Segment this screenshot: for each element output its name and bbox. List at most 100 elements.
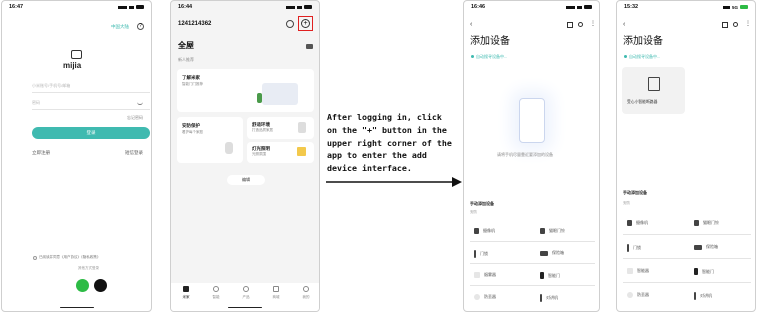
intercom-icon xyxy=(540,294,542,302)
tab-home[interactable]: 米家 xyxy=(183,286,190,311)
tab-products[interactable]: 产品 xyxy=(243,286,250,311)
smart-icon xyxy=(213,286,219,292)
mijia-logo-icon xyxy=(71,50,82,59)
row-divider xyxy=(470,285,595,286)
device-safe[interactable]: 保险箱 xyxy=(694,244,718,250)
smoke-icon xyxy=(474,272,480,278)
status-icons: 5G xyxy=(722,5,748,10)
lock-icon xyxy=(474,250,476,258)
eye-icon[interactable] xyxy=(137,102,143,105)
comfort-subtitle: 打造品质家居 xyxy=(252,128,273,132)
scanning-status: 自动搜寻设备中... xyxy=(476,53,508,59)
add-device-plus-icon[interactable]: + xyxy=(301,19,310,28)
other-login-label: 其他方式登录 xyxy=(78,266,99,270)
device-safe[interactable]: 保险箱 xyxy=(540,250,564,256)
device-door-lock[interactable]: 门锁 xyxy=(627,244,641,252)
back-icon[interactable]: ‹ xyxy=(623,21,625,28)
device-camera[interactable]: 摄像机 xyxy=(474,228,495,234)
device-tracker[interactable]: 防丢器 xyxy=(474,294,496,300)
device-smart-sensor[interactable]: 智能器 xyxy=(627,268,649,274)
phone-illustration xyxy=(519,98,545,143)
account-field[interactable]: 小米账号/手机号/邮箱 xyxy=(32,84,70,88)
edit-button[interactable]: 编辑 xyxy=(227,175,265,185)
agree-checkbox[interactable] xyxy=(33,256,37,260)
more-icon[interactable]: ⋮ xyxy=(590,21,596,27)
password-underline xyxy=(32,109,150,110)
forgot-password-link[interactable]: 忘记密码 xyxy=(127,116,143,120)
device-door-lock[interactable]: 门锁 xyxy=(474,250,488,258)
more-icon[interactable]: ⋮ xyxy=(745,21,751,27)
doorbell-icon xyxy=(540,228,545,234)
device-smart-door[interactable]: 智能门 xyxy=(694,268,714,275)
menu-icon[interactable] xyxy=(306,44,313,49)
manual-add-heading: 手动添加设备 xyxy=(623,190,647,195)
register-link[interactable]: 立即注册 xyxy=(32,150,50,156)
status-time: 15:32 xyxy=(624,4,639,10)
category-security: 安防 xyxy=(470,210,477,214)
device-camera[interactable]: 摄像机 xyxy=(627,220,648,226)
safe-icon xyxy=(694,244,702,250)
home-indicator xyxy=(228,306,262,308)
back-icon[interactable]: ‹ xyxy=(470,21,472,28)
login-button[interactable]: 登录 xyxy=(32,127,150,139)
banner-card[interactable]: 了解米家 智能门门推荐 xyxy=(177,69,314,112)
phone-home-screen: 16:44 1241214362 + 全屋 新人推荐 了解米家 智能门门推荐 安… xyxy=(170,0,320,312)
tab-smart[interactable]: 智能 xyxy=(213,286,220,311)
page-title: 添加设备 xyxy=(623,36,663,47)
device-intercom[interactable]: 对讲机 xyxy=(540,294,558,302)
camera-icon xyxy=(474,228,479,234)
page-title: 添加设备 xyxy=(470,36,510,47)
search-icon[interactable] xyxy=(578,22,583,27)
banner-title: 了解米家 xyxy=(182,75,200,80)
door-icon xyxy=(540,272,544,279)
account-underline xyxy=(32,92,150,93)
found-device-card[interactable]: 受心小智能断路器 xyxy=(622,67,685,114)
door-icon xyxy=(694,268,698,275)
tab-profile[interactable]: 我的 xyxy=(303,286,310,311)
device-smart-door[interactable]: 智能门 xyxy=(540,272,560,279)
account-selector[interactable]: 1241214362 xyxy=(178,21,211,27)
agreement-text[interactable]: 已阅读并同意《用户协议》《隐私政策》 xyxy=(39,255,100,260)
camera-icon xyxy=(627,220,632,226)
plant-icon xyxy=(257,93,262,103)
comfort-title: 舒适环境 xyxy=(252,122,270,127)
device-peephole-doorbell[interactable]: 猫眼门铃 xyxy=(694,220,719,226)
message-icon[interactable] xyxy=(286,20,294,28)
help-icon[interactable]: ? xyxy=(137,23,144,30)
sms-login-link[interactable]: 短信登录 xyxy=(125,150,143,156)
password-field[interactable]: 密码 xyxy=(32,101,40,105)
device-smoke[interactable]: 烟雾器 xyxy=(474,272,496,278)
lighting-card[interactable]: 灯光照明 光照氛围 xyxy=(247,142,314,163)
row-divider xyxy=(623,258,751,259)
region-selector[interactable]: 中国大陆 xyxy=(111,24,129,30)
comfort-card[interactable]: 舒适环境 打造品质家居 xyxy=(247,117,314,139)
doorbell-icon xyxy=(694,220,699,226)
lighting-title: 灯光照明 xyxy=(252,146,270,151)
scan-icon[interactable] xyxy=(722,22,728,28)
scan-status-dot xyxy=(471,55,474,58)
intercom-icon xyxy=(694,292,696,300)
instruction-text: After logging in, click on the "+" butto… xyxy=(327,112,452,174)
device-tracker[interactable]: 防丢器 xyxy=(627,292,649,298)
tab-store[interactable]: 商城 xyxy=(273,286,280,311)
lighting-subtitle: 光照氛围 xyxy=(252,152,266,156)
security-card[interactable]: 安防保护 看护每个家庭 xyxy=(177,117,243,163)
row-divider xyxy=(623,282,751,283)
safe-icon xyxy=(540,250,548,256)
wechat-login-icon[interactable] xyxy=(76,279,89,292)
search-icon[interactable] xyxy=(733,22,738,27)
camera-icon xyxy=(225,142,233,154)
device-peephole-doorbell[interactable]: 猫眼门铃 xyxy=(540,228,565,234)
scan-icon[interactable] xyxy=(567,22,573,28)
status-icons xyxy=(566,5,592,9)
apple-login-icon[interactable] xyxy=(94,279,107,292)
lock-icon xyxy=(627,244,629,252)
found-device-name: 受心小智能断路器 xyxy=(627,100,658,104)
manual-add-heading: 手动添加设备 xyxy=(470,201,494,206)
security-title: 安防保护 xyxy=(182,123,200,128)
purifier-icon xyxy=(298,122,306,133)
device-intercom[interactable]: 对讲机 xyxy=(694,292,712,300)
status-bar: 16:44 xyxy=(171,1,319,13)
mijia-logo-text: mijia xyxy=(63,61,82,70)
lamp-icon xyxy=(297,147,306,156)
